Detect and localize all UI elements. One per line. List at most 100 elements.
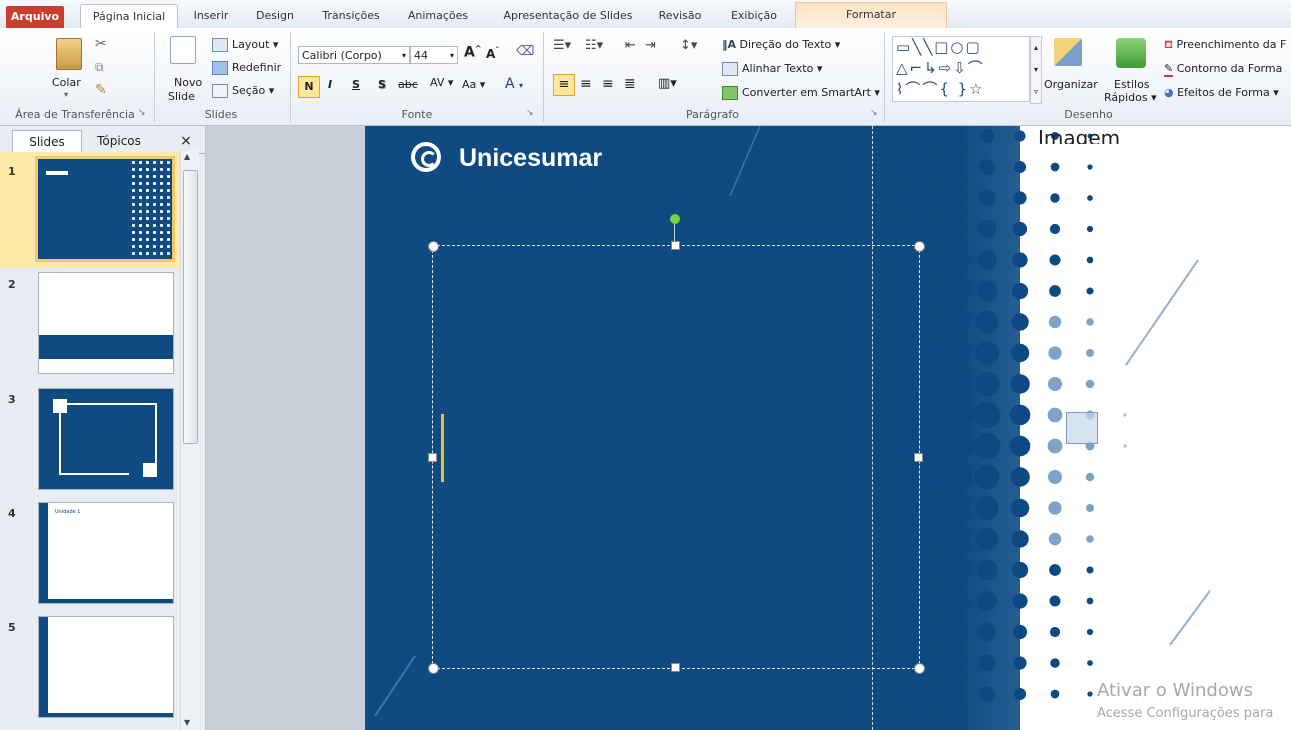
justify-icon[interactable]: ≣ (624, 76, 636, 92)
panel-tab-outline[interactable]: Tópicos (84, 130, 154, 152)
paste-icon[interactable] (56, 38, 82, 70)
activate-windows-subtitle: Acesse Configurações para (1097, 706, 1274, 721)
arrange-button[interactable]: Organizar (1044, 78, 1098, 91)
halftone-dot (976, 280, 998, 302)
halftone-dot (944, 557, 970, 583)
halftone-dot (1012, 624, 1028, 640)
tab-format[interactable]: Formatar (795, 2, 947, 29)
font-name-combo[interactable]: Calibri (Corpo) ▾ (298, 46, 410, 64)
paste-dropdown-icon[interactable]: ▾ (64, 90, 68, 99)
halftone-dot (1010, 467, 1030, 487)
tab-transitions[interactable]: Transições (318, 4, 384, 28)
line-spacing-icon[interactable]: ↕▾ (680, 38, 697, 53)
insert-image-icon[interactable] (1066, 412, 1098, 444)
scroll-down-icon[interactable]: ▼ (184, 718, 190, 727)
smartart-button[interactable]: Converter em SmartArt ▾ (722, 86, 880, 100)
paragraph-launcher-icon[interactable]: ↘ (870, 108, 878, 118)
new-slide-button-line2[interactable]: Slide (168, 90, 195, 103)
halftone-dot (1009, 435, 1031, 457)
resize-handle-bl[interactable] (428, 663, 439, 674)
cut-icon[interactable]: ✂ (95, 36, 107, 52)
slide-thumbnail-4[interactable]: Unidade 1 (38, 502, 174, 604)
clear-format-icon[interactable]: ⌫ (516, 44, 534, 59)
italic-button[interactable]: I (328, 78, 332, 91)
resize-handle-r[interactable] (914, 453, 923, 462)
quick-styles-icon[interactable] (1116, 38, 1146, 68)
section-button[interactable]: Seção ▾ (212, 84, 274, 98)
align-right-icon[interactable]: ≡ (602, 76, 614, 92)
halftone-dot (946, 652, 968, 674)
scroll-up-icon[interactable]: ▲ (184, 152, 190, 161)
resize-handle-t[interactable] (671, 241, 680, 250)
align-left-icon[interactable]: ≡ (553, 74, 575, 96)
shape-fill-button[interactable]: ⛾ Preenchimento da F (1164, 38, 1286, 53)
panel-close-icon[interactable]: × (176, 130, 196, 152)
halftone-dot (1049, 254, 1061, 266)
format-painter-icon[interactable]: ✎ (95, 82, 107, 98)
new-slide-icon[interactable] (170, 36, 196, 64)
halftone-dot (1087, 164, 1093, 170)
slide-thumbnail-2[interactable] (38, 272, 174, 374)
resize-handle-tr[interactable] (914, 241, 925, 252)
bullets-icon[interactable]: ☰▾ (553, 38, 571, 53)
shrink-font-icon[interactable]: Aˇ (486, 46, 499, 61)
tab-insert[interactable]: Inserir (188, 4, 234, 28)
numbering-icon[interactable]: ☷▾ (585, 38, 603, 53)
resize-handle-b[interactable] (671, 663, 680, 672)
grow-font-icon[interactable]: A^ (464, 44, 482, 61)
strikethrough-button[interactable]: abc (398, 78, 418, 91)
logo-text: Unicesumar (459, 144, 603, 172)
font-size-combo[interactable]: 44 ▾ (410, 46, 458, 64)
shadow-button[interactable]: S (378, 78, 386, 91)
halftone-dot (1049, 564, 1061, 576)
scroll-thumb[interactable] (183, 170, 198, 444)
halftone-dot (948, 127, 966, 145)
tab-slideshow[interactable]: Apresentação de Slides (498, 4, 638, 28)
arrange-icon[interactable] (1054, 38, 1082, 66)
paste-button[interactable]: Colar (52, 76, 81, 89)
halftone-dot (979, 686, 995, 702)
resize-handle-l[interactable] (428, 453, 437, 462)
underline-button[interactable]: S (352, 78, 360, 91)
quick-styles-button-line2[interactable]: Rápidos ▾ (1104, 91, 1157, 104)
char-spacing-button[interactable]: AV ▾ (430, 76, 453, 89)
tab-design[interactable]: Design (250, 4, 300, 28)
quick-styles-button[interactable]: Estilos (1114, 78, 1150, 91)
rotate-handle[interactable] (670, 214, 680, 224)
panel-scrollbar[interactable]: ▲ ▼ (180, 150, 199, 730)
tab-animations[interactable]: Animações (398, 4, 478, 28)
slide-thumbnail-1[interactable] (35, 156, 175, 262)
halftone-dot (941, 461, 973, 493)
columns-icon[interactable]: ▥▾ (658, 76, 677, 91)
reset-button[interactable]: Redefinir (212, 61, 281, 75)
font-launcher-icon[interactable]: ↘ (526, 108, 534, 118)
new-slide-button[interactable]: Novo (174, 76, 202, 89)
tab-file[interactable]: Arquivo (6, 6, 64, 28)
layout-button[interactable]: Layout ▾ (212, 38, 278, 52)
halftone-dot (1048, 532, 1062, 546)
align-center-icon[interactable]: ≡ (580, 76, 592, 92)
font-color-button[interactable]: A ▾ (505, 76, 523, 92)
reset-icon (212, 61, 228, 75)
clipboard-launcher-icon[interactable]: ↘ (138, 108, 146, 118)
increase-indent-icon[interactable]: ⇥ (645, 38, 656, 53)
change-case-button[interactable]: Aa ▾ (462, 78, 485, 91)
copy-icon[interactable]: ⧉ (95, 60, 104, 75)
shape-effects-button[interactable]: ◕ Efeitos de Forma ▾ (1164, 86, 1279, 99)
tab-review[interactable]: Revisão (650, 4, 710, 28)
decrease-indent-icon[interactable]: ⇤ (625, 38, 636, 53)
slide-thumbnail-5[interactable] (38, 616, 174, 718)
shapes-gallery-scroll[interactable]: ▴ ▾ ▿ (1030, 36, 1042, 104)
shapes-gallery[interactable]: ▭╲╲□○▢ △⌐↳⇨⇩⌒ ⌇⌒⌒{ }☆ (892, 36, 1030, 102)
panel-tab-slides[interactable]: Slides (12, 130, 82, 153)
shape-outline-button[interactable]: ✎ Contorno da Forma (1164, 62, 1282, 77)
tab-home[interactable]: Página Inicial (80, 4, 178, 29)
slide-thumbnail-3[interactable] (38, 388, 174, 490)
resize-handle-br[interactable] (914, 663, 925, 674)
bold-button[interactable]: N (298, 76, 320, 98)
resize-handle-tl[interactable] (428, 241, 439, 252)
align-text-button[interactable]: Alinhar Texto ▾ (722, 62, 822, 76)
text-direction-button[interactable]: ‖A Direção do Texto ▾ (722, 38, 840, 51)
content-placeholder-selection[interactable] (432, 245, 920, 669)
tab-view[interactable]: Exibição (722, 4, 786, 28)
